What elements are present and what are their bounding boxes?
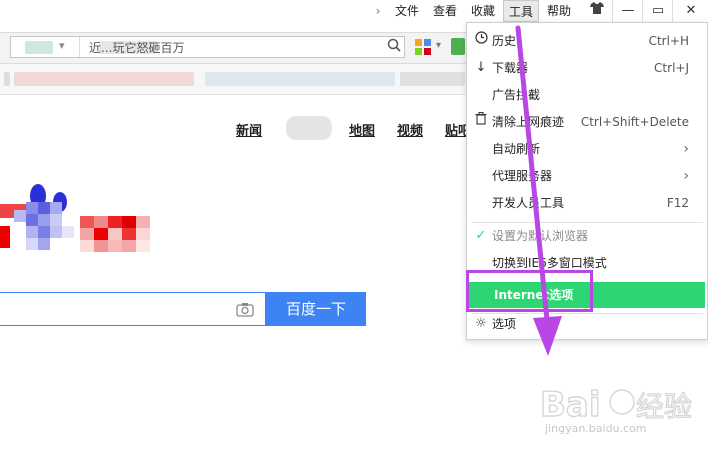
camera-svg-icon (236, 303, 254, 317)
url-text: 近...玩它怒砸百万 (89, 41, 185, 55)
menu-tools[interactable]: 工具 (503, 0, 539, 22)
camera-icon[interactable] (236, 302, 254, 320)
menu-item-label: 清除上网痕迹 (492, 115, 565, 129)
chevron-down-icon[interactable]: ▾ (436, 40, 441, 51)
bookmark-bar (0, 64, 470, 95)
site-icon (25, 41, 53, 54)
menu-help[interactable]: 帮助 (544, 0, 574, 22)
clock-icon (473, 29, 489, 53)
menu-item-shortcut: F12 (666, 196, 689, 210)
submenu-arrow-icon: › (683, 168, 689, 184)
menu-file[interactable]: 文件 (392, 0, 422, 22)
minimize-button[interactable]: — (612, 0, 643, 22)
menu-item-options[interactable]: ☼ 选项 (467, 312, 707, 336)
menu-item-proxy[interactable]: 代理服务器 › (467, 164, 707, 188)
menu-item-shortcut: Ctrl+H (648, 34, 689, 48)
svg-text:Bai: Bai (540, 385, 601, 425)
blurred-tab[interactable] (400, 72, 465, 86)
nav-video[interactable]: 视频 (397, 120, 423, 139)
search-icon[interactable] (387, 38, 401, 56)
menu-item-downloader[interactable]: ↓ 下载器 Ctrl+J (467, 56, 707, 80)
menu-item-label: 下载器 (492, 61, 529, 75)
nav-map[interactable]: 地图 (349, 120, 375, 139)
menu-item-label: 广告拦截 (492, 88, 541, 102)
menu-item-label: 设置为默认浏览器 (492, 229, 589, 243)
divider (4, 72, 10, 86)
menu-item-clear-traces[interactable]: 清除上网痕迹 Ctrl+Shift+Delete (467, 110, 707, 134)
menu-item-label: 选项 (492, 317, 517, 331)
menu-item-label: 历史 (492, 34, 517, 48)
menu-item-label: 代理服务器 (492, 169, 553, 183)
menu-item-label: 自动刷新 (492, 142, 541, 156)
title-bar: › 文件 查看 收藏 工具 帮助 — ▭ ✕ (0, 0, 708, 22)
chevron-right-icon[interactable]: › (370, 0, 386, 22)
menu-item-history[interactable]: 历史 Ctrl+H (467, 29, 707, 53)
address-input[interactable]: ▾ 近...玩它怒砸百万 (10, 36, 405, 58)
close-button[interactable]: ✕ (672, 0, 708, 22)
baidu-logo-pixelated (0, 184, 150, 252)
menu-view[interactable]: 查看 (430, 0, 460, 22)
trash-icon (473, 110, 489, 134)
download-icon: ↓ (475, 60, 487, 75)
skin-icon[interactable] (582, 0, 612, 22)
menu-item-ad-block[interactable]: 广告拦截 (467, 83, 707, 107)
search-button[interactable]: 百度一下 (266, 292, 366, 326)
menu-item-shortcut: Ctrl+Shift+Delete (580, 115, 689, 129)
menu-item-label: 开发人员工具 (492, 196, 565, 210)
chevron-down-icon[interactable]: ▾ (59, 39, 65, 52)
blurred-avatar (286, 116, 332, 140)
menu-separator (471, 222, 703, 223)
blurred-tab[interactable] (205, 72, 395, 86)
apps-icon[interactable] (414, 38, 432, 59)
shirt-icon (590, 2, 604, 14)
watermark-url: jingyan.baidu.com (545, 422, 647, 435)
nav-news[interactable]: 新闻 (236, 120, 262, 139)
svg-text:经验: 经验 (636, 390, 692, 423)
blurred-tab[interactable] (14, 72, 194, 86)
menu-item-shortcut: Ctrl+J (654, 61, 689, 75)
menu-item-set-default: ✓ 设置为默认浏览器 (467, 224, 707, 248)
grid-icon (415, 39, 431, 55)
restore-button[interactable]: ▭ (642, 0, 673, 22)
menu-item-auto-refresh[interactable]: 自动刷新 › (467, 137, 707, 161)
menu-favorites[interactable]: 收藏 (468, 0, 498, 22)
search-input[interactable] (0, 292, 266, 326)
magnifier-icon (387, 38, 401, 52)
menu-item-dev-tools[interactable]: 开发人员工具 F12 (467, 191, 707, 215)
gear-icon: ☼ (475, 316, 487, 331)
extension-icon[interactable] (451, 38, 465, 55)
submenu-arrow-icon: › (683, 141, 689, 157)
annotation-highlight-box (466, 270, 593, 312)
check-icon: ✓ (475, 228, 487, 243)
divider (79, 37, 80, 57)
